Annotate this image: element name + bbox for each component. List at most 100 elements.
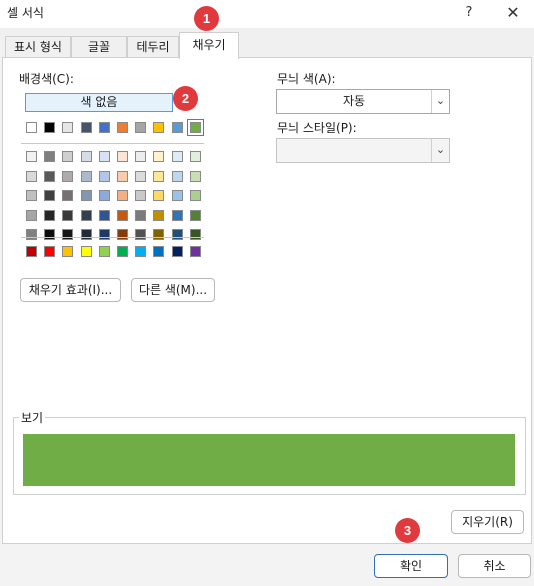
ok-button[interactable]: 확인 xyxy=(374,554,448,578)
color-swatch-standard-7[interactable] xyxy=(135,246,147,257)
close-button[interactable]: ✕ xyxy=(500,2,526,24)
color-swatch-tint1-10[interactable] xyxy=(189,151,201,162)
more-colors-button[interactable]: 다른 색(M)... xyxy=(131,278,215,302)
fill-tab-panel: 배경색(C): 색 없음 채우기 효과(I)... 다른 색(M)... 무늬 … xyxy=(2,57,532,544)
color-swatch-tint2-5[interactable] xyxy=(98,170,110,182)
preview-swatch xyxy=(23,434,515,486)
color-swatch-standard-10[interactable] xyxy=(189,246,201,257)
color-swatch-tint3-6[interactable] xyxy=(117,190,128,201)
tab-font[interactable]: 글꼴 xyxy=(71,36,127,58)
color-swatch-tint1-3[interactable] xyxy=(62,151,74,162)
format-cells-dialog: 셀 서식 ? ✕ 표시 형식 글꼴 테두리 채우기 배경색(C): 색 없음 채… xyxy=(0,0,534,586)
color-swatch-tint4-5[interactable] xyxy=(98,209,110,221)
color-swatch-tint3-10[interactable] xyxy=(189,190,201,201)
color-swatch-tint2-7[interactable] xyxy=(135,170,147,182)
color-swatch-theme-9[interactable] xyxy=(171,122,183,133)
color-swatch-tint2-1[interactable] xyxy=(26,170,37,182)
color-swatch-standard-6[interactable] xyxy=(117,246,128,257)
color-swatch-tint4-7[interactable] xyxy=(135,209,147,221)
color-swatch-tint1-7[interactable] xyxy=(135,151,147,162)
color-swatch-tint5-2[interactable] xyxy=(44,229,56,240)
color-swatch-tint4-3[interactable] xyxy=(62,209,74,221)
color-swatch-tint1-2[interactable] xyxy=(44,151,56,162)
background-color-label: 배경색(C): xyxy=(19,70,74,87)
color-swatch-tint2-3[interactable] xyxy=(62,170,74,182)
color-swatch-tint5-3[interactable] xyxy=(62,229,74,240)
color-swatch-tint2-4[interactable] xyxy=(80,170,92,182)
color-swatch-tint4-10[interactable] xyxy=(189,209,201,221)
step-badge-2: 2 xyxy=(173,86,198,111)
pattern-color-label: 무늬 색(A): xyxy=(277,72,336,86)
pattern-style-dropdown[interactable]: ⌄ xyxy=(276,138,450,163)
color-swatch-tint3-7[interactable] xyxy=(135,190,147,201)
palette-divider xyxy=(21,143,204,144)
color-swatch-tint3-1[interactable] xyxy=(26,190,37,201)
dialog-title: 셀 서식 xyxy=(7,6,44,20)
color-swatch-tint3-3[interactable] xyxy=(62,190,74,201)
color-swatch-theme-5[interactable] xyxy=(98,122,110,133)
color-swatch-tint3-9[interactable] xyxy=(171,190,183,201)
clear-button[interactable]: 지우기(R) xyxy=(451,510,524,534)
color-swatch-theme-10[interactable] xyxy=(186,119,204,136)
color-swatch-tint2-9[interactable] xyxy=(171,170,183,182)
cancel-button[interactable]: 취소 xyxy=(458,554,531,578)
color-swatch-standard-4[interactable] xyxy=(80,246,92,257)
background-color-label-text: 배경색(C): xyxy=(19,72,74,86)
color-swatch-theme-7[interactable] xyxy=(135,122,147,133)
color-swatch-tint3-2[interactable] xyxy=(44,190,56,201)
color-swatch-theme-3[interactable] xyxy=(62,122,74,133)
color-swatch-tint5-4[interactable] xyxy=(80,229,92,240)
color-swatch-tint5-8[interactable] xyxy=(153,229,165,240)
color-swatch-tint1-6[interactable] xyxy=(117,151,128,162)
fill-effects-button[interactable]: 채우기 효과(I)... xyxy=(20,278,121,302)
color-swatch-tint2-10[interactable] xyxy=(189,170,201,182)
color-swatch-standard-1[interactable] xyxy=(26,246,37,257)
color-swatch-tint5-9[interactable] xyxy=(171,229,183,240)
color-swatch-tint2-6[interactable] xyxy=(117,170,128,182)
color-swatch-theme-6[interactable] xyxy=(117,122,128,133)
step-badge-3: 3 xyxy=(395,518,420,543)
color-swatch-tint5-6[interactable] xyxy=(117,229,128,240)
palette-divider xyxy=(21,237,204,238)
color-swatch-standard-3[interactable] xyxy=(62,246,74,257)
color-swatch-tint3-8[interactable] xyxy=(153,190,165,201)
color-swatch-tint5-10[interactable] xyxy=(189,229,201,240)
color-swatch-tint5-1[interactable] xyxy=(26,229,37,240)
pattern-style-label: 무늬 스타일(P): xyxy=(277,121,357,135)
help-button[interactable]: ? xyxy=(456,2,482,24)
color-swatch-tint2-8[interactable] xyxy=(153,170,165,182)
tab-fill[interactable]: 채우기 xyxy=(179,32,239,59)
no-color-button[interactable]: 색 없음 xyxy=(25,93,173,112)
color-swatch-tint1-9[interactable] xyxy=(171,151,183,162)
tab-bar: 표시 형식 글꼴 테두리 채우기 xyxy=(0,28,534,59)
color-swatch-tint5-7[interactable] xyxy=(135,229,147,240)
color-swatch-tint1-4[interactable] xyxy=(80,151,92,162)
color-swatch-standard-5[interactable] xyxy=(98,246,110,257)
color-swatch-tint4-9[interactable] xyxy=(171,209,183,221)
color-swatch-tint2-2[interactable] xyxy=(44,170,56,182)
pattern-color-dropdown[interactable]: 자동 ⌄ xyxy=(276,89,450,114)
color-swatch-theme-8[interactable] xyxy=(153,122,165,133)
color-swatch-tint4-6[interactable] xyxy=(117,209,128,221)
pattern-color-value: 자동 xyxy=(342,94,366,108)
color-swatch-theme-4[interactable] xyxy=(80,122,92,133)
color-swatch-tint1-8[interactable] xyxy=(153,151,165,162)
color-swatch-tint4-4[interactable] xyxy=(80,209,92,221)
step-badge-1: 1 xyxy=(194,6,219,31)
preview-label: 보기 xyxy=(19,409,46,426)
color-swatch-standard-8[interactable] xyxy=(153,246,165,257)
color-swatch-tint1-5[interactable] xyxy=(98,151,110,162)
color-swatch-tint4-2[interactable] xyxy=(44,209,56,221)
color-swatch-tint1-1[interactable] xyxy=(26,151,37,162)
color-swatch-tint3-4[interactable] xyxy=(80,190,92,201)
tab-number[interactable]: 표시 형식 xyxy=(5,36,71,58)
color-swatch-tint4-1[interactable] xyxy=(26,209,37,221)
tab-border[interactable]: 테두리 xyxy=(127,36,179,58)
color-swatch-tint5-5[interactable] xyxy=(98,229,110,240)
color-swatch-tint4-8[interactable] xyxy=(153,209,165,221)
color-swatch-tint3-5[interactable] xyxy=(98,190,110,201)
color-swatch-theme-1[interactable] xyxy=(26,122,37,133)
color-swatch-theme-2[interactable] xyxy=(44,122,56,133)
color-swatch-standard-9[interactable] xyxy=(171,246,183,257)
color-swatch-standard-2[interactable] xyxy=(44,246,56,257)
